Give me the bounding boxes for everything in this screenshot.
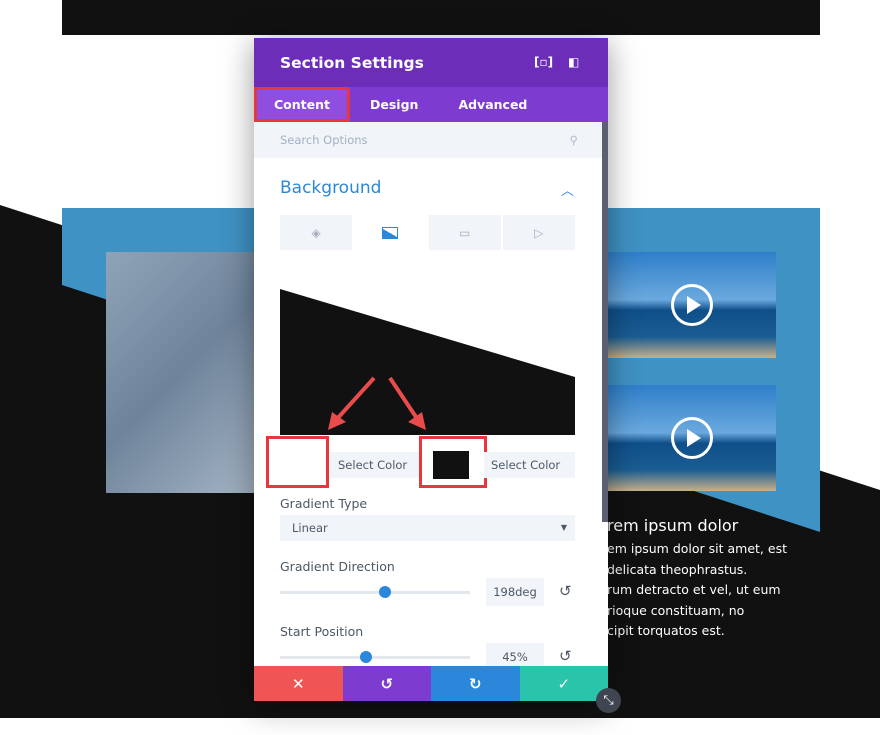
- gradient-icon[interactable]: [354, 215, 427, 250]
- play-icon[interactable]: [670, 284, 713, 326]
- gradient-direction-label: Gradient Direction: [280, 559, 395, 574]
- gradient-type-select[interactable]: Linear ▼: [280, 515, 575, 541]
- slider-handle[interactable]: [378, 586, 391, 598]
- sidebar-layout-icon[interactable]: ◧: [568, 55, 579, 69]
- scrollbar[interactable]: [602, 122, 608, 522]
- body-line: rum detracto et vel, ut eum: [607, 582, 781, 597]
- video-thumbnail[interactable]: [607, 385, 776, 491]
- undo-button[interactable]: ↺: [342, 666, 431, 701]
- panel-tabs: Content Design Advanced: [254, 87, 608, 122]
- highlight-box: [266, 436, 329, 488]
- gradient-type-value: Linear: [292, 521, 328, 535]
- cancel-button[interactable]: ✕: [254, 666, 343, 701]
- select-color-button[interactable]: Select Color: [330, 452, 420, 478]
- video-icon[interactable]: ▷: [502, 215, 575, 250]
- image-icon[interactable]: ▭: [428, 215, 501, 250]
- search-icon: ⚲: [569, 133, 578, 147]
- chevron-up-icon[interactable]: ︿: [561, 180, 574, 199]
- tab-design[interactable]: Design: [350, 87, 438, 122]
- panel-header: Section Settings [▫] ◧: [254, 38, 608, 87]
- check-icon: ✓: [557, 674, 571, 693]
- dropdown-arrow-icon: ▼: [560, 523, 567, 532]
- close-icon: ✕: [291, 674, 305, 693]
- body-line: rioque constituam, no: [607, 602, 745, 618]
- gradient-type-label: Gradient Type: [280, 496, 368, 511]
- undo-icon: ↺: [380, 674, 394, 693]
- tab-advanced[interactable]: Advanced: [438, 87, 547, 122]
- body-line: cipit torquatos est.: [607, 623, 725, 638]
- section-settings-panel: Section Settings [▫] ◧ Content Design Ad…: [254, 38, 608, 701]
- panel-footer: ✕ ↺ ↻ ✓: [254, 666, 608, 701]
- search-placeholder: Search Options: [280, 133, 368, 147]
- gradient-direction-input[interactable]: 198deg: [486, 578, 544, 606]
- start-position-slider[interactable]: [280, 651, 470, 663]
- search-input[interactable]: Search Options ⚲: [254, 122, 608, 158]
- reset-icon[interactable]: ↺: [559, 582, 572, 600]
- body-line: em ipsum dolor sit amet, est: [607, 541, 787, 556]
- redo-button[interactable]: ↻: [431, 666, 520, 701]
- play-icon[interactable]: [670, 417, 713, 459]
- fullscreen-icon[interactable]: [▫]: [534, 55, 553, 69]
- start-position-label: Start Position: [280, 624, 364, 639]
- resize-handle-icon[interactable]: ⤡: [596, 688, 621, 713]
- save-button[interactable]: ✓: [519, 666, 608, 701]
- arrows-annotation: [328, 376, 426, 430]
- select-color-button[interactable]: Select Color: [484, 452, 575, 478]
- redo-icon: ↻: [468, 674, 482, 693]
- color-fill-icon[interactable]: ◈: [280, 215, 353, 250]
- content-heading: rem ipsum dolor: [607, 516, 739, 535]
- tab-content[interactable]: Content: [254, 87, 350, 122]
- slider-handle[interactable]: [359, 651, 372, 663]
- hand-photo: [106, 252, 256, 493]
- body-line: delicata theophrastus.: [607, 561, 748, 577]
- section-title[interactable]: Background: [280, 178, 381, 198]
- reset-icon[interactable]: ↺: [559, 647, 572, 665]
- gradient-direction-slider[interactable]: [280, 586, 470, 598]
- video-thumbnail[interactable]: [607, 252, 776, 358]
- background-type-tabs: ◈ ▭ ▷: [280, 215, 575, 250]
- highlight-box: [419, 436, 487, 488]
- content-body: em ipsum dolor sit amet, est delicata th…: [607, 539, 787, 642]
- panel-title: Section Settings: [280, 53, 424, 72]
